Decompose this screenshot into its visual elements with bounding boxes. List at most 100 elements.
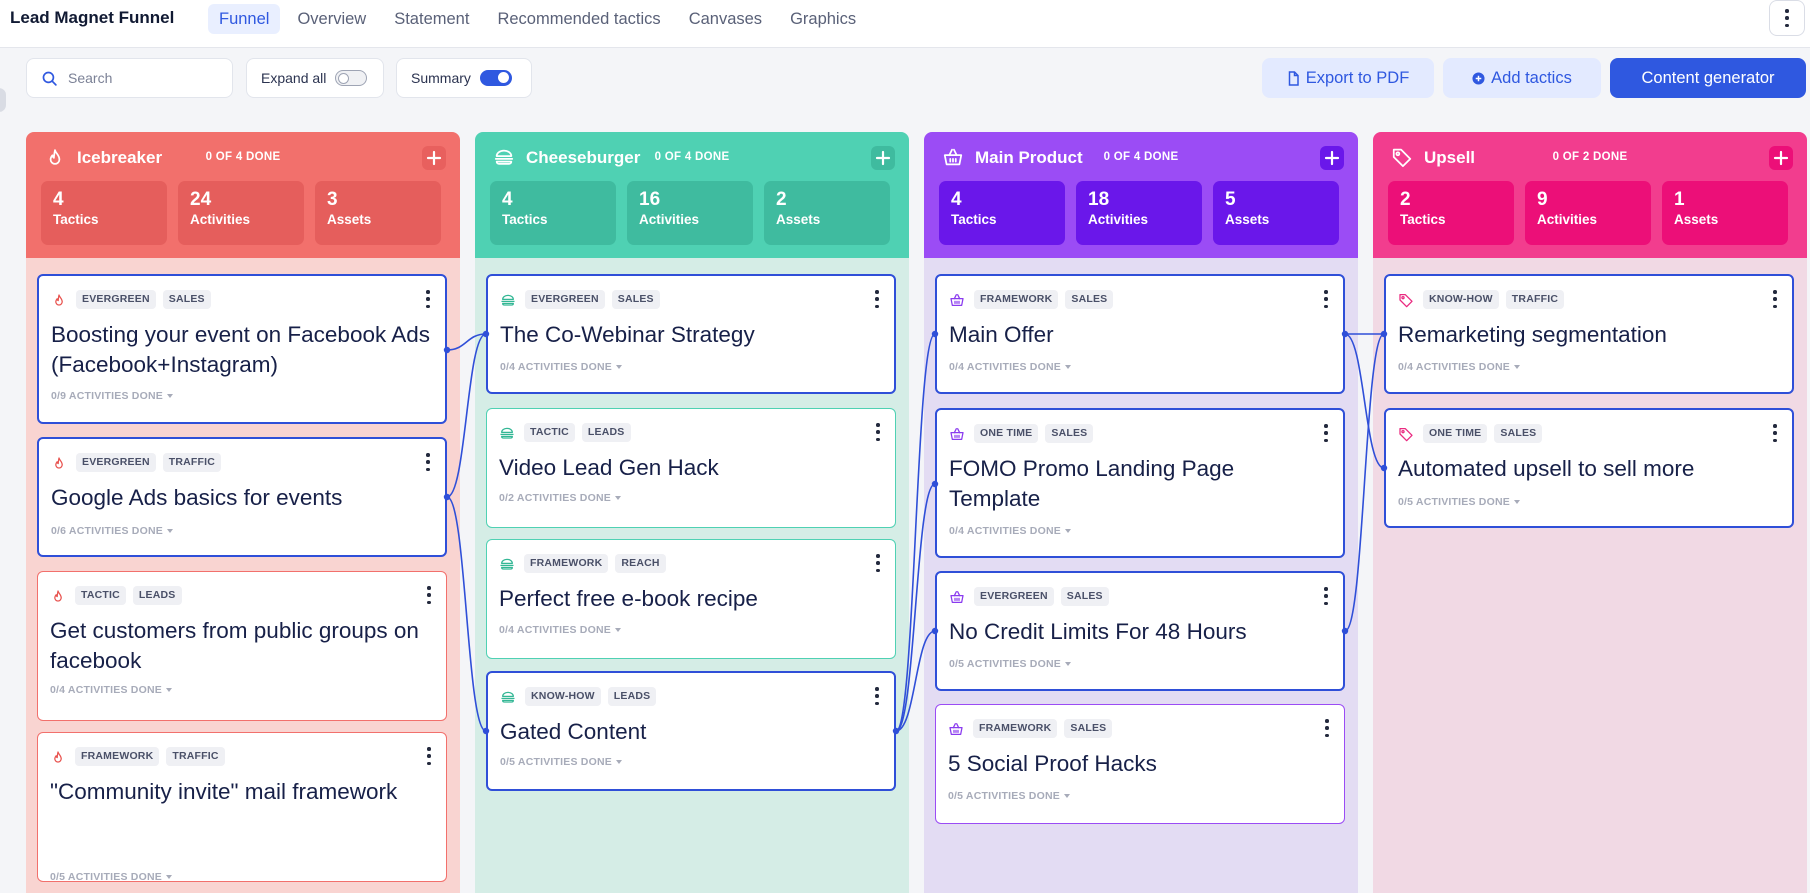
summary-toggle[interactable]: Summary [396,58,532,98]
add-card-button[interactable] [1769,146,1793,170]
card-title[interactable]: Main Offer [949,320,1329,350]
app-title: Lead Magnet Funnel [10,8,175,27]
activities-progress[interactable]: 0/4 ACTIVITIES DONE [1398,361,1520,373]
card-menu-icon[interactable] [1772,290,1778,308]
activities-progress[interactable]: 0/6 ACTIVITIES DONE [51,525,173,537]
tab-statement[interactable]: Statement [383,4,480,34]
add-card-button[interactable] [1320,146,1344,170]
card-menu-icon[interactable] [425,290,431,308]
card-title[interactable]: No Credit Limits For 48 Hours [949,617,1329,647]
card-title[interactable]: 5 Social Proof Hacks [948,749,1328,779]
tactic-card[interactable]: FRAMEWORK REACH Perfect free e-book recip… [486,539,896,659]
card-menu-icon[interactable] [875,554,881,572]
card-menu-icon[interactable] [1772,424,1778,442]
tag-badge: KNOW-HOW [525,687,601,706]
card-title[interactable]: Boosting your event on Facebook Ads (Fac… [51,320,431,379]
card-menu-icon[interactable] [425,453,431,471]
card-title[interactable]: "Community invite" mail framework [50,777,430,807]
stat-activities: 18 Activities [1076,181,1202,245]
activities-progress[interactable]: 0/5 ACTIVITIES DONE [50,871,172,883]
tactic-card[interactable]: KNOW-HOW TRAFFIC Remarketing segmentation… [1384,274,1794,394]
basket-icon [949,722,963,735]
card-tags: FRAMEWORK SALES [948,719,1113,738]
card-menu-icon[interactable] [1324,719,1330,737]
tab-recommended-tactics[interactable]: Recommended tactics [486,4,671,34]
activities-progress[interactable]: 0/4 ACTIVITIES DONE [499,624,621,636]
card-menu-icon[interactable] [1323,587,1329,605]
tactic-card[interactable]: FRAMEWORK SALES Main Offer 0/4 ACTIVITIES… [935,274,1345,394]
card-menu-icon[interactable] [874,687,880,705]
tab-overview[interactable]: Overview [286,4,377,34]
stat-assets-value: 5 [1225,189,1236,210]
tag-badge: LEADS [581,423,631,442]
stat-activities-label: Activities [1088,212,1149,227]
activities-progress[interactable]: 0/4 ACTIVITIES DONE [50,684,172,696]
activities-progress[interactable]: 0/4 ACTIVITIES DONE [949,361,1071,373]
caret-down-icon [1064,365,1071,370]
card-title[interactable]: The Co-Webinar Strategy [500,320,880,350]
column-header: Icebreaker 0 OF 4 DONE 4 Tactics 24 Acti… [26,132,460,258]
export-pdf-button[interactable]: Export to PDF [1262,58,1434,98]
caret-down-icon [166,394,173,399]
tactic-card[interactable]: EVERGREEN TRAFFIC Google Ads basics for e… [37,437,447,557]
card-menu-icon[interactable] [874,290,880,308]
card-menu-icon[interactable] [426,586,432,604]
activities-progress[interactable]: 0/5 ACTIVITIES DONE [500,756,622,768]
tag-badge: ONE TIME [974,424,1039,443]
tag-badge: EVERGREEN [76,290,156,309]
search-input[interactable] [68,70,218,86]
activities-progress[interactable]: 0/2 ACTIVITIES DONE [499,492,621,504]
tactic-card[interactable]: ONE TIME SALES Automated upsell to sell m… [1384,408,1794,528]
card-tags: EVERGREEN SALES [51,290,211,309]
caret-down-icon [1513,500,1520,505]
activities-progress[interactable]: 0/4 ACTIVITIES DONE [949,525,1071,537]
stat-tactics-value: 4 [951,189,962,210]
side-handle[interactable] [0,88,6,112]
stat-assets: 5 Assets [1213,181,1339,245]
add-card-button[interactable] [422,146,446,170]
activities-progress[interactable]: 0/5 ACTIVITIES DONE [949,658,1071,670]
content-generator-button[interactable]: Content generator [1610,58,1806,98]
tactic-card[interactable]: FRAMEWORK TRAFFIC "Community invite" mail… [37,732,447,883]
activities-progress[interactable]: 0/4 ACTIVITIES DONE [500,361,622,373]
add-tactics-button[interactable]: Add tactics [1443,58,1601,98]
tactic-card[interactable]: ONE TIME SALES FOMO Promo Landing Page Te… [935,408,1345,558]
card-title[interactable]: Video Lead Gen Hack [499,453,879,483]
summary-switch[interactable] [479,70,512,86]
activities-progress[interactable]: 0/5 ACTIVITIES DONE [1398,496,1520,508]
tactic-card[interactable]: KNOW-HOW LEADS Gated Content 0/5 ACTIVITI… [486,671,896,791]
card-menu-icon[interactable] [1323,290,1329,308]
card-title[interactable]: Get customers from public groups on face… [50,616,430,675]
card-title[interactable]: Remarketing segmentation [1398,320,1778,350]
plus-icon [426,150,442,166]
tag-badge: SALES [611,290,660,309]
tactic-card[interactable]: EVERGREEN SALES Boosting your event on Fa… [37,274,447,424]
caret-down-icon [615,365,622,370]
card-menu-icon[interactable] [875,423,881,441]
card-title[interactable]: Gated Content [500,717,880,747]
card-title[interactable]: Google Ads basics for events [51,483,431,513]
expand-all-toggle[interactable]: Expand all [246,58,384,98]
expand-all-switch[interactable] [335,70,368,86]
card-menu-icon[interactable] [1323,424,1329,442]
tab-graphics[interactable]: Graphics [779,4,867,34]
card-title[interactable]: Perfect free e-book recipe [499,584,879,614]
tactic-card[interactable]: EVERGREEN SALES The Co-Webinar Strategy 0… [486,274,896,394]
card-menu-icon[interactable] [426,747,432,765]
activities-progress[interactable]: 0/5 ACTIVITIES DONE [948,790,1070,802]
tactic-card[interactable]: TACTIC LEADS Video Lead Gen Hack 0/2 ACTI… [486,408,896,528]
more-options-button[interactable] [1769,0,1805,36]
tactic-card[interactable]: EVERGREEN SALES No Credit Limits For 48 H… [935,571,1345,691]
card-title[interactable]: FOMO Promo Landing Page Template [949,454,1329,513]
stat-activities: 9 Activities [1525,181,1651,245]
tactic-card[interactable]: FRAMEWORK SALES 5 Social Proof Hacks 0/5 … [935,704,1345,824]
stat-activities-value: 24 [190,189,212,210]
stat-assets-value: 1 [1674,189,1685,210]
tab-canvases[interactable]: Canvases [678,4,773,34]
stat-activities: 16 Activities [627,181,753,245]
tab-funnel[interactable]: Funnel [208,4,281,34]
tactic-card[interactable]: TACTIC LEADS Get customers from public gr… [37,571,447,721]
activities-progress[interactable]: 0/9 ACTIVITIES DONE [51,390,173,402]
card-title[interactable]: Automated upsell to sell more [1398,454,1778,484]
add-card-button[interactable] [871,146,895,170]
